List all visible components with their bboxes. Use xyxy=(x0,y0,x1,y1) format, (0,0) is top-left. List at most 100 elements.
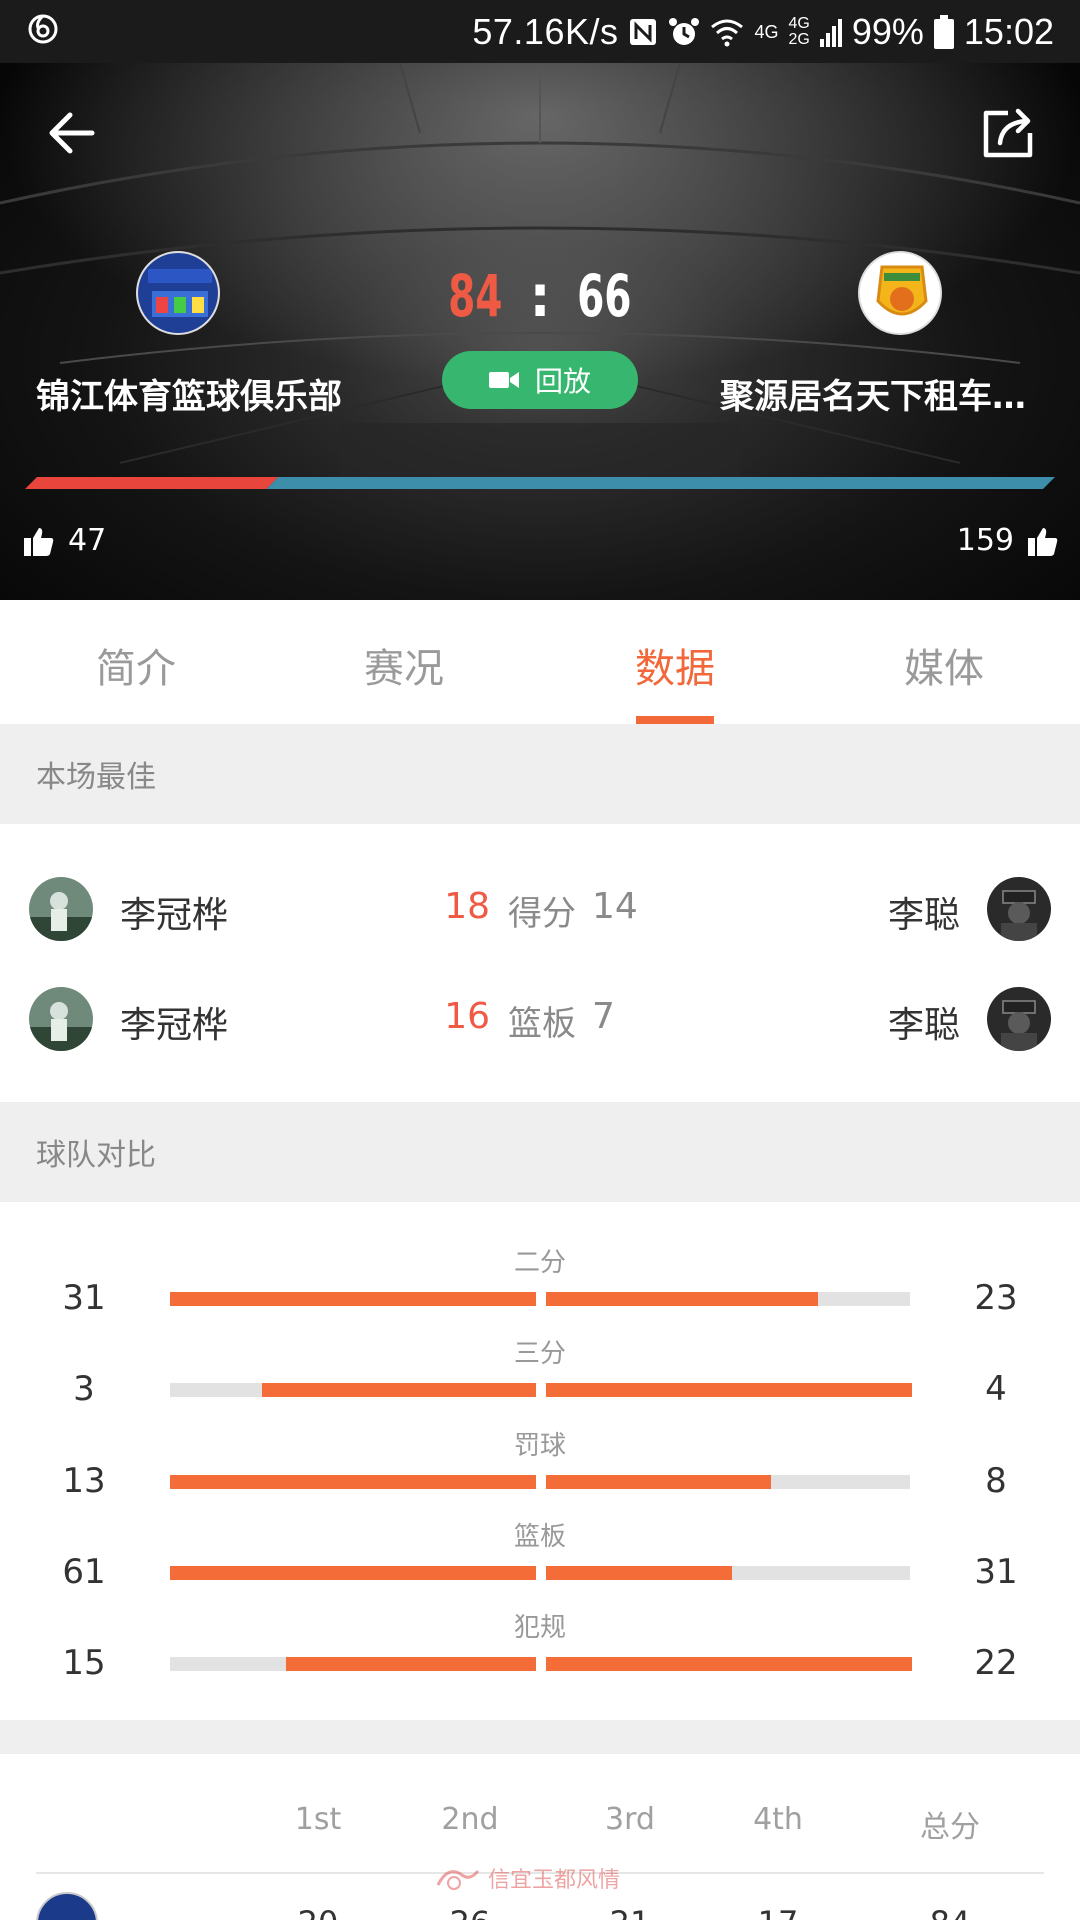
home-player-avatar[interactable] xyxy=(29,987,93,1051)
compare-home-fill xyxy=(286,1657,536,1671)
home-stat-value: 18 xyxy=(444,886,490,927)
thumbs-up-icon xyxy=(24,527,54,556)
home-likes-count: 47 xyxy=(68,523,107,558)
quarter-header: 4th xyxy=(753,1802,803,1837)
home-team-name: 锦江体育篮球俱乐部 xyxy=(36,377,342,417)
compare-home-value: 61 xyxy=(62,1552,106,1592)
home-score: 84 xyxy=(448,262,503,330)
home-team-logo xyxy=(136,251,220,335)
tab-bar: 简介 赛况 数据 媒体 xyxy=(0,600,1080,724)
compare-row: 犯规 15 22 xyxy=(0,1607,1080,1697)
signal-labels-2: 4G 2G xyxy=(788,14,810,48)
team-compare-header: 球队对比 xyxy=(0,1102,1080,1202)
compare-home-fill xyxy=(170,1292,536,1306)
share-icon[interactable] xyxy=(978,103,1038,163)
status-bar: 57.16K/s 4G 4G 2G 99% 15:02 xyxy=(0,0,1080,63)
watermark: 信宜玉都风情 xyxy=(434,1862,620,1894)
away-score: 66 xyxy=(577,262,632,330)
total-score: 84 xyxy=(890,1904,1010,1920)
stat-label: 篮板 xyxy=(508,1004,576,1044)
quarter-score: 26 xyxy=(410,1904,530,1920)
home-player-name[interactable]: 李冠桦 xyxy=(120,886,228,938)
video-camera-icon xyxy=(488,372,519,388)
home-player-name[interactable]: 李冠桦 xyxy=(120,996,228,1048)
alarm-icon xyxy=(669,17,700,45)
watermark-text: 信宜玉都风情 xyxy=(488,1868,621,1893)
away-player-avatar[interactable] xyxy=(987,877,1051,941)
compare-row: 篮板 61 31 xyxy=(0,1516,1080,1606)
best-row-rebounds: 李冠桦 16 篮板 7 李聪 xyxy=(0,984,1080,1054)
compare-label: 二分 xyxy=(513,1248,566,1278)
compare-home-fill xyxy=(261,1383,536,1397)
battery-icon xyxy=(933,14,954,49)
replay-button[interactable]: 回放 xyxy=(442,351,638,409)
tab-stats[interactable]: 数据 xyxy=(595,636,755,694)
compare-row: 二分 31 23 xyxy=(0,1242,1080,1332)
compare-home-bar xyxy=(170,1657,536,1671)
support-ratio-bar xyxy=(25,477,1055,489)
battery-percent: 99% xyxy=(851,10,924,52)
scoreboard: 84 : 66 xyxy=(440,261,640,331)
nfc-icon xyxy=(630,18,657,45)
compare-label: 罚球 xyxy=(513,1431,566,1461)
compare-away-fill xyxy=(546,1657,912,1671)
compare-away-value: 31 xyxy=(974,1552,1018,1592)
tab-intro[interactable]: 简介 xyxy=(56,636,216,694)
compare-away-bar xyxy=(546,1383,912,1397)
away-likes[interactable]: 159 xyxy=(957,523,1058,558)
best-players-header: 本场最佳 xyxy=(0,724,1080,824)
compare-home-value: 3 xyxy=(73,1369,95,1409)
home-likes[interactable]: 47 xyxy=(24,523,106,558)
away-player-avatar[interactable] xyxy=(987,987,1051,1051)
compare-label: 三分 xyxy=(513,1339,566,1369)
compare-label: 篮板 xyxy=(513,1522,566,1552)
compare-home-value: 13 xyxy=(62,1461,106,1501)
compare-home-bar xyxy=(170,1383,536,1397)
section-divider xyxy=(0,1720,1080,1754)
compare-label: 犯规 xyxy=(513,1613,566,1643)
away-team-logo xyxy=(858,251,942,335)
compare-away-value: 22 xyxy=(974,1643,1018,1683)
away-player-name[interactable]: 李聪 xyxy=(888,886,960,938)
compare-home-bar xyxy=(170,1566,536,1580)
compare-away-bar xyxy=(546,1292,910,1306)
compare-away-fill xyxy=(546,1566,732,1580)
away-player-name[interactable]: 李聪 xyxy=(888,996,960,1048)
replay-label: 回放 xyxy=(534,365,591,398)
quarter-header: 3rd xyxy=(605,1802,655,1837)
away-likes-count: 159 xyxy=(956,523,1014,558)
compare-away-value: 4 xyxy=(985,1369,1007,1409)
compare-row: 罚球 13 8 xyxy=(0,1425,1080,1515)
best-row-points: 李冠桦 18 得分 14 李聪 xyxy=(0,874,1080,944)
match-header: 锦江体育篮球俱乐部 聚源居名天下租车篮球... 84 : 66 回放 47 xyxy=(0,63,1080,600)
away-stat-value: 14 xyxy=(592,886,638,927)
watermark-logo xyxy=(436,1870,480,1890)
compare-away-bar xyxy=(546,1566,910,1580)
app-notification-icon xyxy=(28,14,58,44)
compare-away-fill xyxy=(546,1475,772,1489)
active-tab-indicator xyxy=(636,716,714,724)
compare-away-value: 23 xyxy=(974,1278,1018,1318)
compare-away-bar xyxy=(546,1657,912,1671)
quarter-score: 17 xyxy=(718,1904,838,1920)
score-separator: : xyxy=(529,262,551,330)
compare-home-bar xyxy=(170,1475,536,1489)
quarter-header: 2nd xyxy=(441,1802,499,1837)
back-arrow-icon[interactable] xyxy=(42,103,102,163)
total-header: 总分 xyxy=(920,1810,980,1845)
compare-home-bar xyxy=(170,1292,536,1306)
home-player-avatar[interactable] xyxy=(29,877,93,941)
quarter-score: 21 xyxy=(570,1904,690,1920)
signal-labels: 4G xyxy=(754,21,779,42)
compare-away-bar xyxy=(546,1475,910,1489)
away-team-name: 聚源居名天下租车篮球... xyxy=(720,377,1050,417)
tab-media[interactable]: 媒体 xyxy=(864,636,1024,694)
quarter-header: 1st xyxy=(294,1802,342,1837)
away-stat-value: 7 xyxy=(592,996,615,1037)
compare-away-fill xyxy=(546,1383,912,1397)
tab-live[interactable]: 赛况 xyxy=(324,636,484,694)
compare-home-fill xyxy=(170,1566,536,1580)
compare-row: 三分 3 4 xyxy=(0,1333,1080,1423)
stat-label: 得分 xyxy=(508,894,576,934)
compare-away-fill xyxy=(546,1292,818,1306)
